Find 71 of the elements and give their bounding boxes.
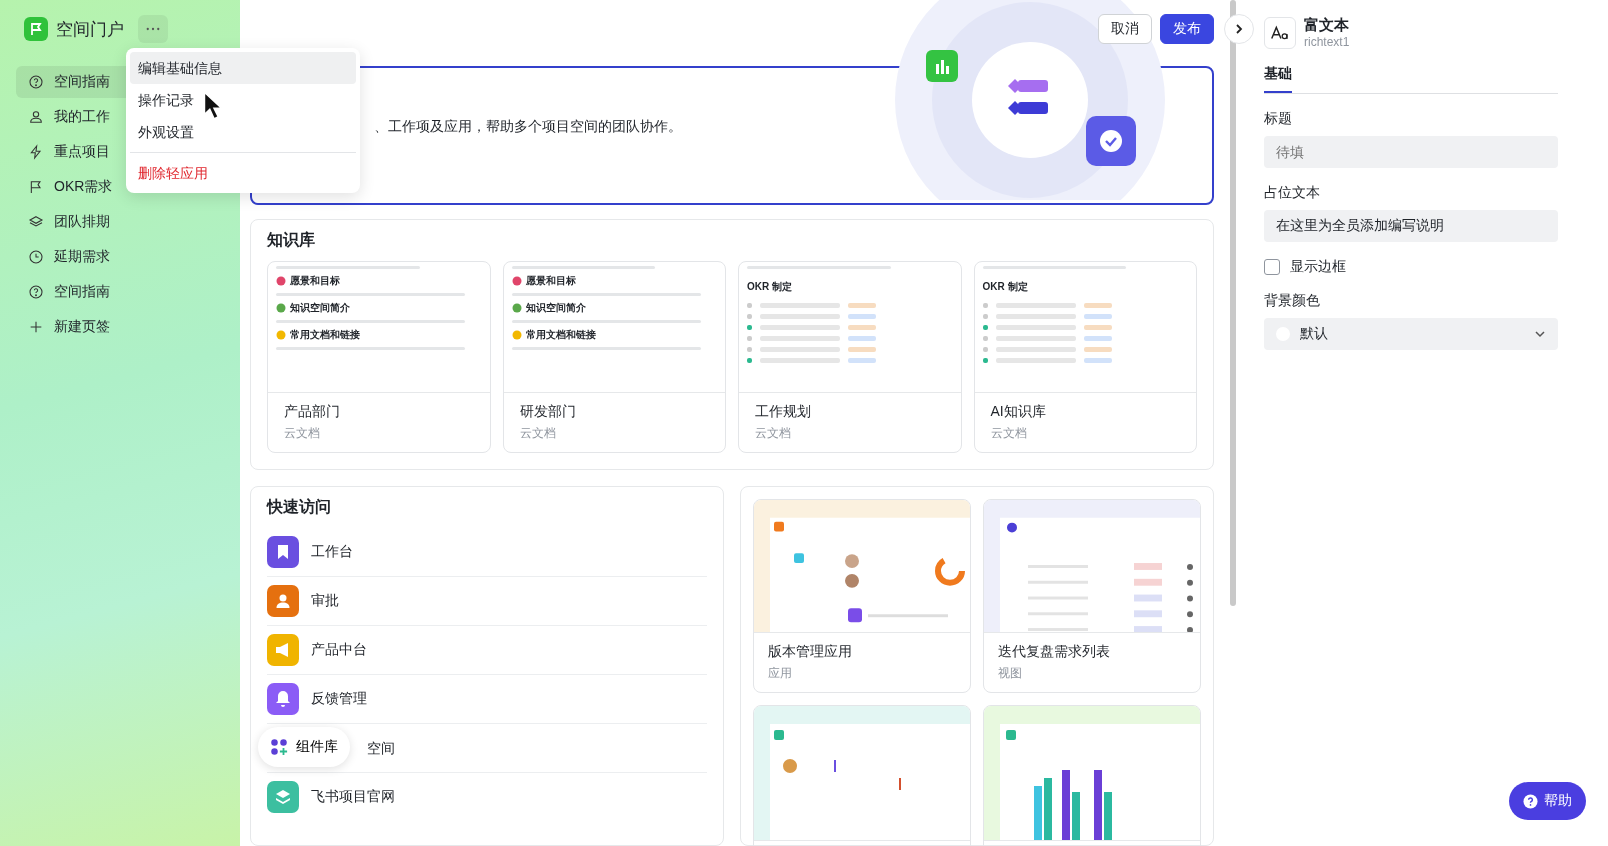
card-title: 工作规划 bbox=[755, 403, 812, 421]
help-icon bbox=[1523, 793, 1538, 809]
card-title: 版本管理应用 bbox=[768, 643, 853, 661]
component-title: 富文本 bbox=[1304, 16, 1350, 35]
quick-access-item[interactable]: 工作台 bbox=[267, 536, 353, 568]
sidebar-item[interactable]: 延期需求 bbox=[16, 241, 224, 273]
sidebar-item[interactable]: 空间指南 bbox=[16, 276, 224, 308]
cancel-button[interactable]: 取消 bbox=[1098, 14, 1152, 44]
thumbnail-heading: OKR 制定 bbox=[747, 280, 793, 294]
document-card[interactable]: 愿景和目标 知识空间简介 常用文档和链接 研发部门 云文档 bbox=[502, 261, 726, 453]
portal-title: 空间门户 bbox=[56, 18, 124, 41]
field-label: 标题 bbox=[1264, 110, 1293, 128]
more-icon bbox=[146, 27, 160, 31]
description-text: 、工作项及应用，帮助多个项目空间的团队协作。 bbox=[374, 118, 683, 136]
card-subtitle: 应用 bbox=[768, 665, 793, 682]
thumbnail-heading: 愿景和目标 bbox=[525, 274, 576, 288]
card-subtitle: 云文档 bbox=[990, 425, 1028, 442]
thumbnail-heading: OKR 制定 bbox=[982, 280, 1029, 294]
bolt-icon bbox=[28, 144, 44, 160]
card-title: 迭代复盘需求列表 bbox=[998, 643, 1111, 661]
thumbnail-heading: 常用文档和链接 bbox=[290, 328, 360, 342]
thumbnail-heading: 知识空间简介 bbox=[290, 301, 350, 315]
section-title: 快速访问 bbox=[267, 497, 331, 517]
collapse-panel-button[interactable] bbox=[1224, 14, 1254, 44]
app-card[interactable]: 版本管理应用 应用 bbox=[753, 499, 971, 693]
quick-access-item[interactable]: 产品中台 bbox=[267, 634, 367, 666]
card-subtitle: 视图 bbox=[998, 665, 1023, 682]
quick-access-item[interactable]: 空间 bbox=[367, 732, 395, 764]
document-card[interactable]: OKR 制定 AI知识库 云文档 bbox=[973, 261, 1197, 453]
sidebar-item[interactable]: 团队排期 bbox=[16, 206, 224, 238]
chevron-down-icon bbox=[1534, 328, 1546, 340]
chevron-right-icon bbox=[1233, 23, 1245, 35]
field-label: 背景颜色 bbox=[1264, 292, 1321, 310]
card-title: 产品部门 bbox=[284, 403, 341, 421]
card-subtitle: 云文档 bbox=[284, 425, 321, 442]
quick-access-item[interactable]: 审批 bbox=[267, 585, 339, 617]
grid-plus-icon bbox=[270, 738, 288, 756]
rich-text-icon bbox=[1264, 16, 1296, 49]
app-card[interactable]: 迭代复盘需求列表 视图 bbox=[983, 499, 1201, 693]
component-library-button[interactable]: 组件库 bbox=[258, 727, 350, 767]
quick-access-item[interactable]: 飞书项目官网 bbox=[267, 781, 395, 813]
clock-icon bbox=[28, 249, 44, 265]
document-card[interactable]: OKR 制定 工作规划 云文档 bbox=[738, 261, 962, 453]
placeholder-input-field[interactable]: 在这里为全员添加编写说明 bbox=[1264, 210, 1558, 242]
thumbnail-heading: 愿景和目标 bbox=[290, 274, 340, 288]
help-icon bbox=[28, 284, 44, 300]
field-label: 占位文本 bbox=[1264, 184, 1321, 202]
sidebar-item[interactable]: 新建页签 bbox=[16, 311, 224, 343]
checkbox[interactable] bbox=[1264, 259, 1280, 275]
plus-icon bbox=[28, 319, 44, 335]
card-title: 研发部门 bbox=[519, 403, 577, 421]
component-id: richtext1 bbox=[1304, 35, 1350, 49]
section-title: 知识库 bbox=[267, 230, 316, 250]
thumbnail-heading: 常用文档和链接 bbox=[525, 328, 596, 342]
flag-logo-icon bbox=[24, 17, 48, 41]
menu-item[interactable]: 编辑基础信息 bbox=[130, 52, 356, 84]
person-icon bbox=[28, 109, 44, 125]
flag-icon bbox=[28, 179, 44, 195]
color-select[interactable]: 默认 bbox=[1264, 318, 1558, 350]
card-subtitle: 云文档 bbox=[519, 425, 557, 442]
document-card[interactable]: 愿景和目标 知识空间简介 常用文档和链接 产品部门 云文档 bbox=[267, 261, 491, 453]
panel-tab[interactable]: 基础 bbox=[1264, 61, 1292, 93]
help-button[interactable]: 帮助 bbox=[1509, 782, 1586, 820]
checkbox-label: 显示边框 bbox=[1290, 258, 1346, 276]
publish-button[interactable]: 发布 bbox=[1160, 14, 1214, 44]
card-title: AI知识库 bbox=[990, 403, 1047, 421]
help-icon bbox=[28, 74, 44, 90]
quick-access-item[interactable]: 反馈管理 bbox=[267, 683, 367, 715]
title-input-field[interactable]: 待填 bbox=[1264, 136, 1558, 168]
thumbnail-heading: 知识空间简介 bbox=[525, 301, 586, 315]
card-subtitle: 云文档 bbox=[755, 425, 792, 442]
